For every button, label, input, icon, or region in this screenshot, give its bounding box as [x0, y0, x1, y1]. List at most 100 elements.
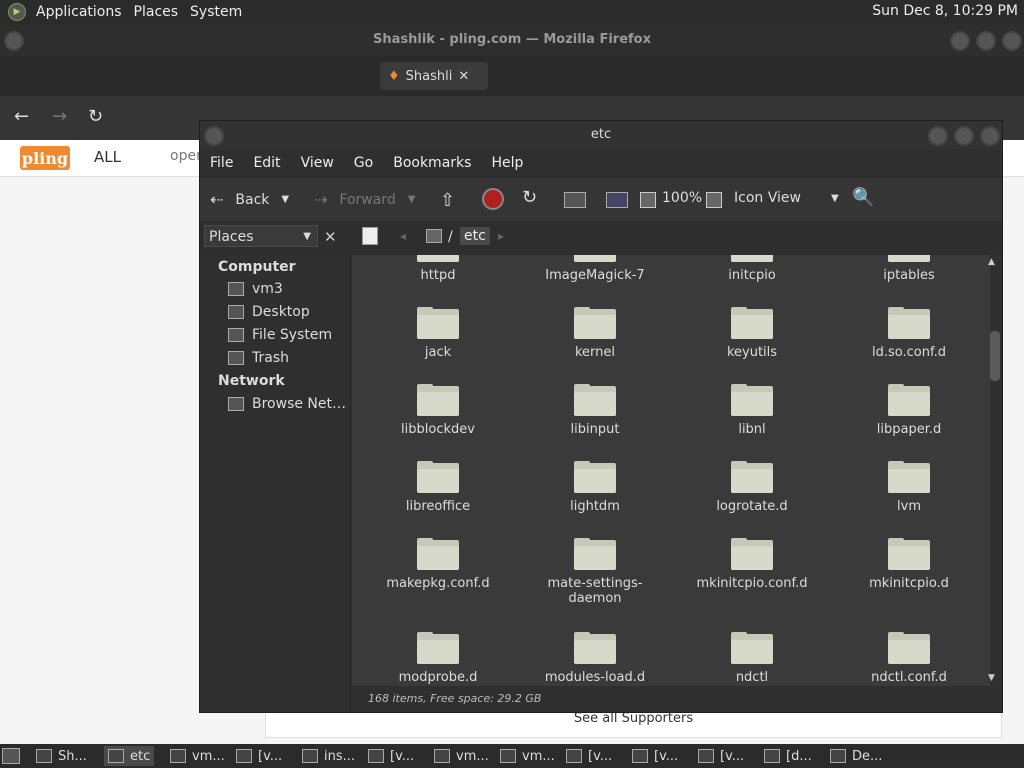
folder-item[interactable]: ndctl.conf.d	[839, 632, 979, 685]
show-desktop-icon[interactable]	[2, 748, 20, 764]
pling-logo[interactable]: pling	[20, 146, 70, 170]
folder-item[interactable]: mkinitcpio.d	[839, 538, 979, 591]
folder-label: logrotate.d	[716, 499, 788, 514]
tab-shashlik[interactable]: ♦ Shashli ✕	[380, 62, 488, 90]
stop-icon[interactable]	[482, 188, 504, 210]
folder-item[interactable]: logrotate.d	[682, 461, 822, 514]
folder-item[interactable]: lvm	[839, 461, 979, 514]
edit-location-icon[interactable]	[362, 227, 378, 245]
menu-applications[interactable]: Applications	[36, 4, 122, 20]
home-icon[interactable]	[564, 192, 586, 208]
site-nav-text[interactable]: oper	[170, 148, 202, 164]
taskbar-task[interactable]: etc	[104, 746, 155, 766]
sidebar-item-file-system[interactable]: File System	[228, 327, 332, 343]
breadcrumb-root[interactable]: /	[448, 229, 453, 245]
forward-arrow-icon[interactable]: →	[52, 106, 67, 127]
computer-icon[interactable]	[606, 192, 628, 208]
folder-icon	[574, 538, 616, 570]
folder-item[interactable]: ld.so.conf.d	[839, 307, 979, 360]
folder-item[interactable]: ndctl	[682, 632, 822, 685]
up-arrow-icon[interactable]: ⇧	[440, 190, 455, 211]
folder-item[interactable]: libinput	[525, 384, 665, 437]
folder-item[interactable]: jack	[368, 307, 508, 360]
chevron-down-icon[interactable]: ▼	[408, 194, 416, 205]
folder-item[interactable]: iptables	[839, 255, 979, 283]
menu-help[interactable]: Help	[491, 155, 523, 171]
view-mode-select[interactable]: Icon View ▼	[734, 190, 839, 206]
taskbar-task[interactable]: [v...	[368, 746, 414, 766]
folder-icon	[731, 255, 773, 262]
folder-item[interactable]: modules-load.d	[525, 632, 665, 685]
folder-item[interactable]: ImageMagick-7	[525, 255, 665, 283]
taskbar-task[interactable]: De...	[830, 746, 882, 766]
sidebar-heading-network: Network	[218, 373, 285, 389]
scrollbar[interactable]	[990, 255, 1000, 686]
menu-bookmarks[interactable]: Bookmarks	[393, 155, 471, 171]
close-icon[interactable]	[980, 126, 1000, 146]
taskbar-task[interactable]: vm...	[434, 746, 489, 766]
folder-item[interactable]: libpaper.d	[839, 384, 979, 437]
zoom-in-icon[interactable]	[706, 192, 722, 208]
maximize-icon[interactable]	[976, 31, 996, 51]
taskbar-task[interactable]: [d...	[764, 746, 812, 766]
close-icon[interactable]	[1002, 31, 1022, 51]
maximize-icon[interactable]	[954, 126, 974, 146]
breadcrumb-etc[interactable]: etc	[460, 227, 490, 245]
folder-item[interactable]: makepkg.conf.d	[368, 538, 508, 591]
sidebar-item-browse-network[interactable]: Browse Net…	[228, 396, 346, 412]
taskbar-task[interactable]: [v...	[698, 746, 744, 766]
menu-edit[interactable]: Edit	[253, 155, 280, 171]
sidebar-close-icon[interactable]: ✕	[324, 228, 337, 246]
taskbar-task[interactable]: [v...	[632, 746, 678, 766]
menu-system[interactable]: System	[190, 4, 242, 20]
chevron-left-icon[interactable]: ◂	[400, 229, 406, 243]
forward-button[interactable]: ⇢ Forward ▼	[314, 190, 415, 209]
shield-icon[interactable]	[150, 108, 190, 128]
reload-icon[interactable]: ↻	[522, 187, 537, 208]
chevron-down-icon[interactable]: ▼	[281, 194, 289, 205]
sidebar-item-vm3[interactable]: vm3	[228, 281, 283, 297]
back-button[interactable]: ⇠ Back ▼	[210, 190, 289, 209]
search-icon[interactable]: 🔍	[852, 187, 874, 208]
scrollbar-thumb[interactable]	[990, 331, 1000, 381]
folder-icon	[731, 632, 773, 664]
folder-item[interactable]: keyutils	[682, 307, 822, 360]
menu-view[interactable]: View	[301, 155, 334, 171]
places-selector[interactable]: Places ▼	[204, 225, 318, 247]
scroll-up-icon[interactable]: ▲	[988, 257, 995, 267]
folder-item[interactable]: libblockdev	[368, 384, 508, 437]
zoom-out-icon[interactable]	[640, 192, 656, 208]
minimize-icon[interactable]	[928, 126, 948, 146]
taskbar-task[interactable]: [v...	[236, 746, 282, 766]
sidebar-item-desktop[interactable]: Desktop	[228, 304, 310, 320]
folder-item[interactable]: kernel	[525, 307, 665, 360]
folder-item[interactable]: initcpio	[682, 255, 822, 283]
menu-go[interactable]: Go	[354, 155, 373, 171]
menu-places[interactable]: Places	[134, 4, 179, 20]
taskbar-task[interactable]: ins...	[302, 746, 355, 766]
clock[interactable]: Sun Dec 8, 10:29 PM	[872, 3, 1018, 19]
minimize-icon[interactable]	[950, 31, 970, 51]
reload-icon[interactable]: ↻	[88, 106, 103, 127]
back-arrow-icon[interactable]: ←	[14, 106, 29, 127]
folder-item[interactable]: libreoffice	[368, 461, 508, 514]
taskbar-task[interactable]: vm...	[170, 746, 225, 766]
sidebar-item-trash[interactable]: Trash	[228, 350, 289, 366]
scroll-down-icon[interactable]: ▼	[988, 673, 995, 683]
folder-item[interactable]: mkinitcpio.conf.d	[682, 538, 822, 591]
tab-close-icon[interactable]: ✕	[458, 69, 469, 84]
chevron-right-icon[interactable]: ▸	[498, 229, 504, 243]
menu-file[interactable]: File	[210, 155, 233, 171]
taskbar-task[interactable]: vm...	[500, 746, 555, 766]
task-icon	[698, 749, 714, 763]
folder-item[interactable]: httpd	[368, 255, 508, 283]
taskbar-task[interactable]: [v...	[566, 746, 612, 766]
distro-logo-icon[interactable]: ▶	[8, 3, 26, 21]
folder-item[interactable]: libnl	[682, 384, 822, 437]
folder-item[interactable]: mate-settings-daemon	[525, 538, 665, 606]
folder-label: ndctl.conf.d	[871, 670, 947, 685]
taskbar-task[interactable]: Sh...	[36, 746, 87, 766]
category-filter[interactable]: ALL	[94, 148, 121, 166]
folder-item[interactable]: modprobe.d	[368, 632, 508, 685]
folder-item[interactable]: lightdm	[525, 461, 665, 514]
